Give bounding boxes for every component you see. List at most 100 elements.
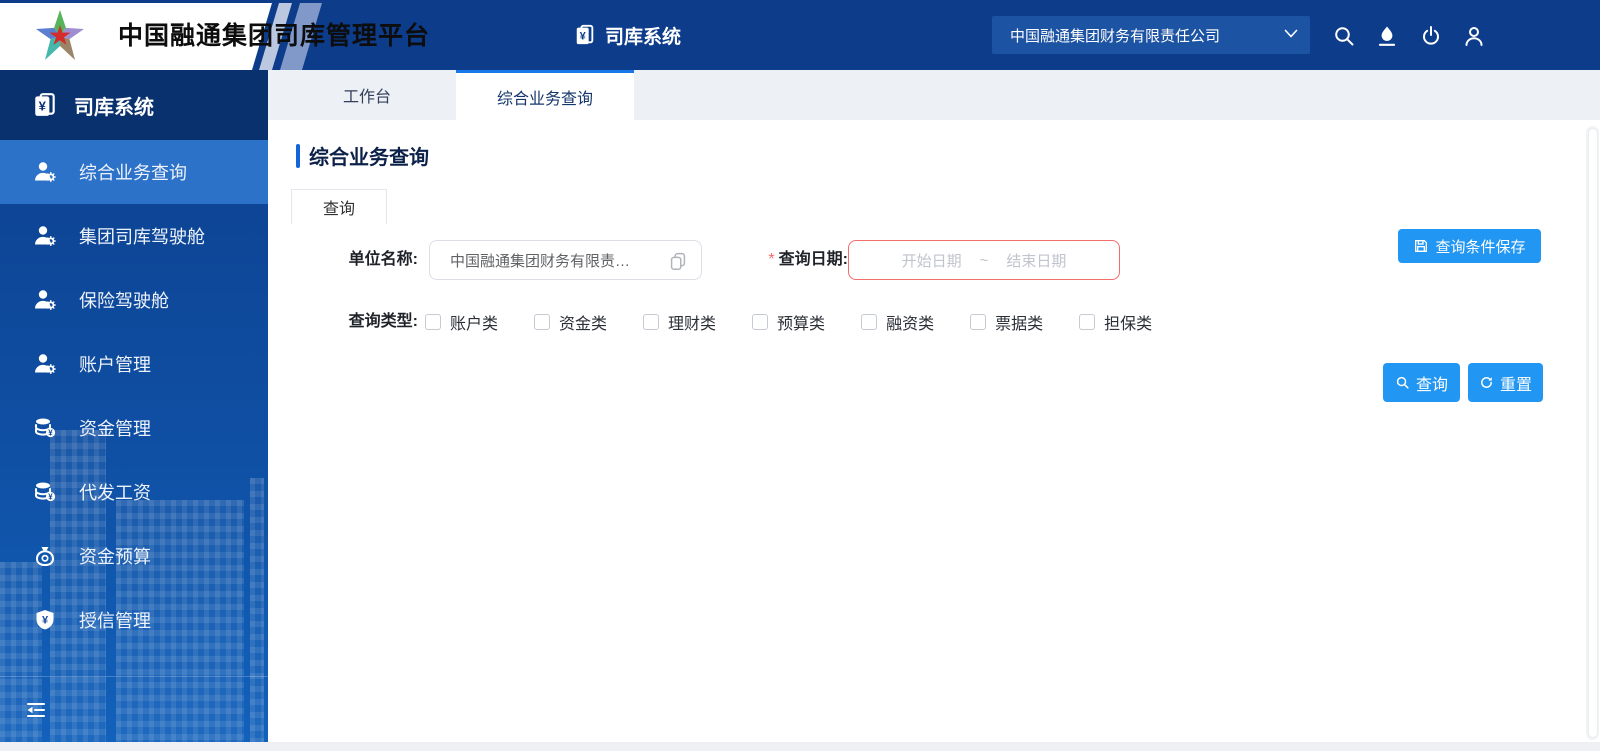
checkbox-financing-type[interactable]: 融资类: [861, 310, 934, 334]
search-icon[interactable]: [1331, 23, 1357, 49]
page-title: 综合业务查询: [296, 141, 429, 170]
checkbox-bill-type[interactable]: 票据类: [970, 310, 1043, 334]
sidebar-item-fund-management[interactable]: ¥ 资金管理: [0, 396, 268, 460]
checkbox-box[interactable]: [1079, 314, 1096, 330]
user-gear-icon: [35, 226, 56, 247]
copy-icon[interactable]: [667, 250, 689, 272]
user-gear-icon: [35, 290, 56, 311]
content-panel: 综合业务查询 查询 单位名称: 中国融通集团财务有限责… * 查询日期: 开始日…: [268, 120, 1600, 742]
app-logo-star-icon: [36, 10, 84, 60]
passbook-yuan-icon: ¥: [35, 93, 55, 116]
power-icon[interactable]: [1418, 23, 1444, 49]
org-selector-value: 中国融通集团财务有限责任公司: [1010, 27, 1221, 45]
refresh-icon: [1481, 377, 1492, 388]
reset-button-label: 重置: [1499, 376, 1532, 394]
sidebar-item-label: 资金管理: [79, 419, 151, 439]
checkbox-wealth-type[interactable]: 理财类: [643, 310, 716, 334]
checkbox-box[interactable]: [861, 314, 878, 330]
app-header: 中国融通集团司库管理平台 ¥ 司库系统 中国融通集团财务有限责任公司: [0, 0, 1600, 70]
checkbox-box[interactable]: [643, 314, 660, 330]
moneybag-icon: [35, 547, 55, 567]
svg-text:¥: ¥: [39, 98, 47, 113]
sidebar-collapse-bar: [0, 676, 268, 742]
theme-skin-icon[interactable]: [1374, 23, 1400, 49]
page-title-text: 综合业务查询: [309, 147, 429, 169]
svg-text:¥: ¥: [580, 31, 587, 43]
sidebar-item-credit-management[interactable]: ¥ 授信管理: [0, 588, 268, 652]
sidebar-item-payroll[interactable]: ¥ 代发工资: [0, 460, 268, 524]
checkbox-label: 票据类: [995, 316, 1044, 333]
bottom-strip: [0, 742, 1600, 751]
sidebar-item-insurance-cockpit[interactable]: 保险驾驶舱: [0, 268, 268, 332]
workspace-tabstrip: 工作台 综合业务查询: [268, 70, 1600, 120]
date-range-input[interactable]: 开始日期 ~ 结束日期: [848, 240, 1120, 280]
query-subtab-label: 查询: [322, 201, 355, 218]
sidebar-item-fund-budget[interactable]: 资金预算: [0, 524, 268, 588]
checkbox-box[interactable]: [534, 314, 551, 330]
checkbox-label: 担保类: [1104, 316, 1153, 333]
date-start-placeholder: 开始日期: [901, 252, 962, 270]
reset-button[interactable]: 重置: [1468, 363, 1543, 402]
required-mark: *: [768, 251, 775, 268]
query-date-label: * 查询日期:: [768, 251, 848, 268]
tab-label: 综合业务查询: [496, 90, 593, 108]
title-accent-bar: [296, 143, 300, 168]
sidebar-item-label: 综合业务查询: [79, 163, 187, 183]
platform-title: 中国融通集团司库管理平台: [118, 22, 431, 50]
search-icon: [1396, 376, 1409, 389]
sidebar-item-group-treasury-cockpit[interactable]: 集团司库驾驶舱: [0, 204, 268, 268]
org-name-label: 单位名称:: [348, 251, 418, 268]
passbook-yuan-icon: ¥: [576, 24, 594, 45]
user-icon[interactable]: [1461, 23, 1487, 49]
coins-icon: ¥: [35, 482, 56, 501]
form-actions: 查询 重置: [1383, 363, 1543, 402]
org-name-input[interactable]: 中国融通集团财务有限责…: [429, 240, 702, 280]
sidebar-item-comprehensive-query[interactable]: 综合业务查询: [0, 140, 268, 204]
sidebar-item-label: 保险驾驶舱: [79, 291, 169, 311]
date-end-placeholder: 结束日期: [1006, 252, 1067, 270]
top-nav-label: 司库系统: [605, 26, 682, 48]
checkbox-funds-type[interactable]: 资金类: [534, 310, 607, 334]
checkbox-budget-type[interactable]: 预算类: [752, 310, 825, 334]
scrollbar-thumb[interactable]: [1587, 128, 1598, 738]
checkbox-box[interactable]: [752, 314, 769, 330]
sidebar-item-label: 资金预算: [79, 547, 151, 567]
search-button-label: 查询: [1415, 376, 1448, 394]
sidebar-item-label: 账户管理: [79, 355, 151, 375]
tab-comprehensive-query[interactable]: 综合业务查询: [456, 70, 634, 120]
checkbox-label: 资金类: [559, 316, 608, 333]
query-type-options: 账户类 资金类 理财类 预算类 融资类 票据类 担保类: [425, 310, 1152, 334]
collapse-icon[interactable]: [24, 698, 48, 722]
sidebar-item-label: 授信管理: [79, 611, 151, 631]
checkbox-label: 预算类: [777, 316, 826, 333]
top-nav-treasury-system[interactable]: ¥ 司库系统: [574, 0, 681, 70]
treasury-platform-page: 中国融通集团司库管理平台 ¥ 司库系统 中国融通集团财务有限责任公司 ¥ 司库系…: [0, 0, 1600, 751]
checkbox-account-type[interactable]: 账户类: [425, 310, 498, 334]
search-button[interactable]: 查询: [1383, 363, 1460, 402]
sidebar-system-header: ¥ 司库系统: [0, 70, 268, 140]
date-separator: ~: [979, 251, 989, 269]
checkbox-box[interactable]: [425, 314, 441, 330]
sidebar-item-account-management[interactable]: 账户管理: [0, 332, 268, 396]
svg-text:¥: ¥: [48, 492, 53, 501]
sidebar-item-label: 代发工资: [79, 483, 151, 503]
sidebar: ¥ 司库系统 综合业务查询 集团司库驾驶舱 保险驾驶舱 账户管理 ¥ 资金管理 …: [0, 70, 268, 742]
query-type-label: 查询类型:: [348, 313, 418, 330]
query-subtab[interactable]: 查询: [291, 189, 387, 224]
save-query-condition-button[interactable]: 查询条件保存: [1398, 229, 1541, 263]
tab-label: 工作台: [342, 89, 391, 106]
sidebar-item-label: 集团司库驾驶舱: [79, 227, 205, 247]
org-selector[interactable]: 中国融通集团财务有限责任公司: [992, 16, 1310, 54]
chevron-down-icon: [1284, 29, 1298, 38]
svg-text:¥: ¥: [42, 615, 49, 627]
user-gear-icon: [35, 354, 56, 375]
tab-workbench[interactable]: 工作台: [278, 70, 456, 120]
org-name-value: 中国融通集团财务有限责…: [450, 252, 631, 270]
svg-text:¥: ¥: [48, 428, 53, 437]
checkbox-label: 账户类: [450, 316, 499, 333]
save-button-label: 查询条件保存: [1435, 238, 1526, 256]
sidebar-system-title: 司库系统: [74, 96, 154, 119]
checkbox-box[interactable]: [970, 314, 987, 330]
save-icon: [1415, 240, 1428, 252]
checkbox-guarantee-type[interactable]: 担保类: [1079, 310, 1152, 334]
